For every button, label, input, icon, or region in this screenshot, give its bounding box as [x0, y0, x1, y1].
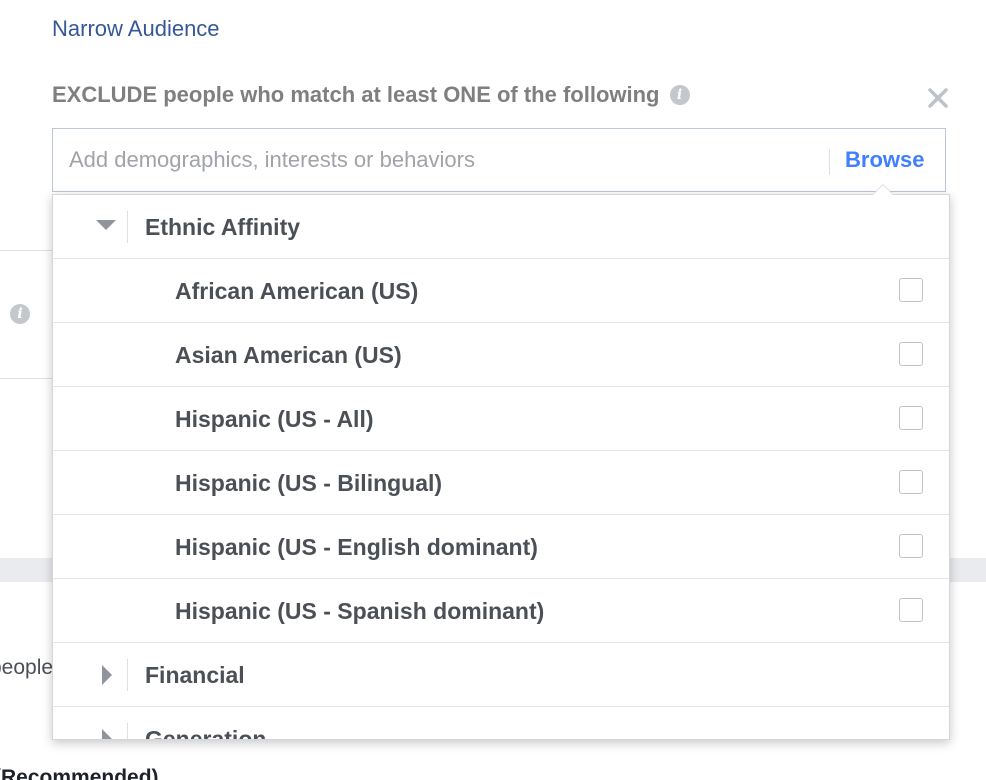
option-row[interactable]: Asian American (US)	[53, 323, 949, 387]
option-label: Hispanic (US - Bilingual)	[175, 470, 443, 496]
option-checkbox[interactable]	[899, 342, 923, 366]
triangle-down-icon[interactable]	[91, 195, 121, 259]
info-icon[interactable]: i	[669, 85, 690, 105]
option-row[interactable]: African American (US)	[53, 259, 949, 323]
option-checkbox[interactable]	[899, 278, 923, 302]
narrow-audience-link[interactable]: Narrow Audience	[52, 16, 220, 42]
category-label: Financial	[145, 662, 245, 688]
option-row[interactable]: Hispanic (US - Spanish dominant)	[53, 579, 949, 643]
option-row[interactable]: Hispanic (US - Bilingual)	[53, 451, 949, 515]
option-label: Hispanic (US - All)	[175, 406, 374, 432]
browse-button[interactable]: Browse	[845, 147, 924, 173]
option-label: Hispanic (US - Spanish dominant)	[175, 598, 545, 624]
option-label: African American (US)	[175, 278, 419, 304]
category-separator	[127, 211, 128, 243]
triangle-right-icon[interactable]	[91, 643, 121, 707]
option-checkbox[interactable]	[899, 470, 923, 494]
option-row[interactable]: Hispanic (US - All)	[53, 387, 949, 451]
background-people-text: people	[0, 656, 54, 679]
info-icon[interactable]: i	[10, 304, 30, 324]
category-separator	[127, 723, 128, 739]
category-row-ethnic-affinity[interactable]: Ethnic Affinity	[53, 195, 949, 259]
background-divider	[0, 378, 60, 379]
search-input[interactable]	[69, 129, 809, 191]
close-icon[interactable]	[924, 84, 952, 112]
option-row[interactable]: Hispanic (US - English dominant)	[53, 515, 949, 579]
triangle-right-icon[interactable]	[91, 707, 121, 739]
exclude-heading: EXCLUDE people who match at least ONE of…	[52, 82, 690, 108]
category-row-financial[interactable]: Financial	[53, 643, 949, 707]
option-label: Hispanic (US - English dominant)	[175, 534, 538, 560]
option-checkbox[interactable]	[899, 534, 923, 558]
background-divider	[0, 250, 60, 251]
audience-page: i people (Recommended) Narrow Audience E…	[0, 0, 986, 780]
search-divider	[829, 149, 830, 175]
browse-dropdown: Ethnic Affinity African American (US) As…	[52, 194, 950, 740]
option-checkbox[interactable]	[899, 598, 923, 622]
search-box: Browse	[52, 128, 946, 192]
dropdown-caret	[872, 184, 894, 195]
exclude-heading-text: EXCLUDE people who match at least ONE of…	[52, 82, 660, 107]
background-recommended-text: (Recommended)	[0, 766, 159, 780]
category-label: Ethnic Affinity	[145, 214, 301, 240]
option-checkbox[interactable]	[899, 406, 923, 430]
category-row-generation[interactable]: Generation	[53, 707, 949, 740]
option-label: Asian American (US)	[175, 342, 402, 368]
category-separator	[127, 659, 128, 691]
category-label: Generation	[145, 726, 267, 740]
